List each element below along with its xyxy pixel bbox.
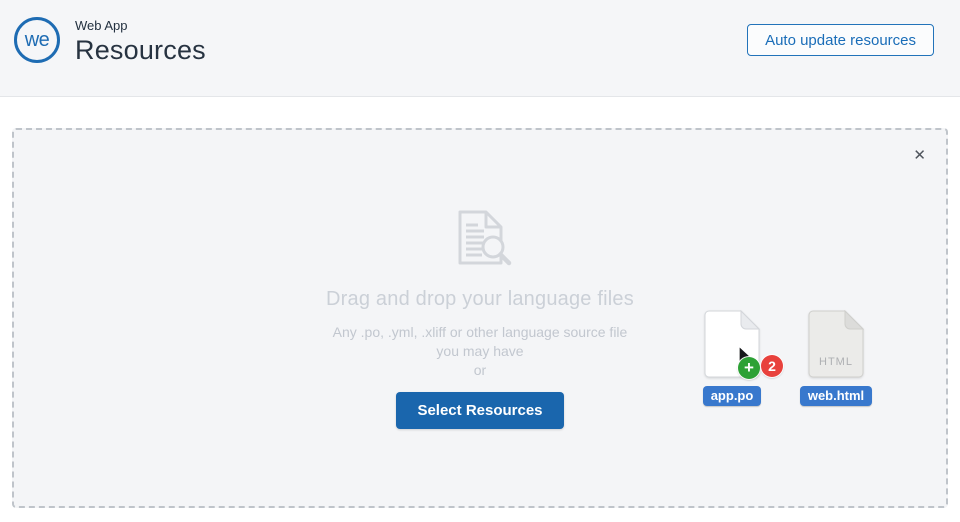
dropzone-subtext-line2: you may have	[436, 343, 524, 359]
dropzone-heading: Drag and drop your language files	[326, 288, 634, 310]
file-dropzone[interactable]: ✕ Drag and drop your language files Any …	[12, 128, 948, 508]
file-item-web-html[interactable]: HTML web.html	[799, 309, 873, 406]
file-label-web-html: web.html	[799, 386, 873, 406]
select-resources-button[interactable]: Select Resources	[396, 392, 564, 429]
page-title: Resources	[75, 35, 206, 65]
file-icon-html: HTML	[808, 309, 865, 378]
html-type-marker: HTML	[819, 356, 853, 368]
file-item-app-po[interactable]: + 2 app.po	[702, 309, 783, 406]
add-badge-symbol: +	[744, 358, 754, 377]
file-label-app-po: app.po	[702, 386, 762, 406]
dropzone-subtext-line1: Any .po, .yml, .xliff or other language …	[332, 324, 628, 340]
header-titles: Web App Resources	[75, 18, 206, 66]
app-subtitle: Web App	[75, 18, 128, 33]
we-logo-text: we	[24, 28, 50, 51]
or-separator: or	[473, 362, 487, 378]
auto-update-resources-button[interactable]: Auto update resources	[747, 24, 934, 56]
we-logo[interactable]: we	[14, 17, 60, 63]
dropzone-subtext: Any .po, .yml, .xliff or other language …	[333, 323, 628, 361]
app-header: we Web App Resources Auto update resourc…	[0, 0, 960, 97]
file-icon-po: + 2	[704, 309, 783, 379]
document-search-icon	[458, 210, 512, 266]
count-badge: 2	[761, 355, 783, 377]
add-badge: +	[738, 357, 760, 379]
close-icon[interactable]: ✕	[905, 140, 934, 170]
